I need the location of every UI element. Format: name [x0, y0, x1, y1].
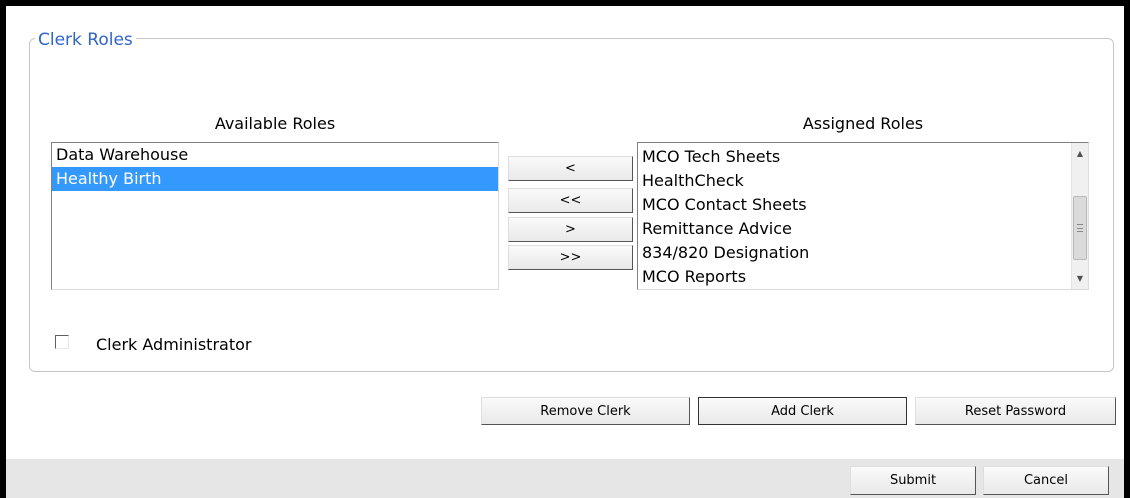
scroll-down-arrow-icon[interactable]: ▼ — [1072, 270, 1088, 287]
window-right-border — [1124, 0, 1130, 498]
assigned-role-option[interactable]: MCO Tech Sheets — [638, 145, 1088, 169]
scroll-up-arrow-icon[interactable]: ▲ — [1072, 145, 1088, 162]
move-right-button[interactable]: > — [508, 217, 633, 242]
assigned-roles-list[interactable]: MCO Tech Sheets HealthCheck MCO Contact … — [637, 142, 1089, 290]
clerk-roles-legend: Clerk Roles — [35, 29, 136, 51]
window-left-border — [0, 0, 6, 498]
assigned-roles-label: Assigned Roles — [802, 114, 924, 133]
cancel-button[interactable]: Cancel — [983, 466, 1109, 495]
available-roles-label: Available Roles — [214, 114, 336, 133]
window-top-border — [0, 0, 1130, 6]
available-role-option[interactable]: Data Warehouse — [52, 143, 498, 167]
assigned-role-option[interactable]: Remittance Advice — [638, 217, 1088, 241]
scroll-grip-icon — [1077, 224, 1083, 232]
assigned-role-option[interactable]: MCO Reports — [638, 265, 1088, 289]
assigned-roles-scrollbar[interactable]: ▲ ▼ — [1071, 143, 1088, 289]
scroll-thumb[interactable] — [1073, 196, 1087, 260]
assigned-role-option[interactable]: MCO Contact Sheets — [638, 193, 1088, 217]
reset-password-button[interactable]: Reset Password — [915, 397, 1116, 425]
clerk-administrator-checkbox[interactable] — [55, 335, 69, 349]
move-all-left-button[interactable]: << — [508, 188, 633, 213]
assigned-role-option[interactable]: HealthCheck — [638, 169, 1088, 193]
remove-clerk-button[interactable]: Remove Clerk — [481, 397, 690, 425]
add-clerk-button[interactable]: Add Clerk — [698, 397, 907, 425]
clerk-administrator-label: Clerk Administrator — [96, 335, 252, 354]
available-role-option-selected[interactable]: Healthy Birth — [52, 167, 498, 191]
move-left-button[interactable]: < — [508, 156, 633, 181]
assigned-role-option[interactable]: 834/820 Designation — [638, 241, 1088, 265]
submit-button[interactable]: Submit — [850, 466, 976, 495]
move-all-right-button[interactable]: >> — [508, 245, 633, 270]
available-roles-list[interactable]: Data Warehouse Healthy Birth — [51, 142, 499, 290]
